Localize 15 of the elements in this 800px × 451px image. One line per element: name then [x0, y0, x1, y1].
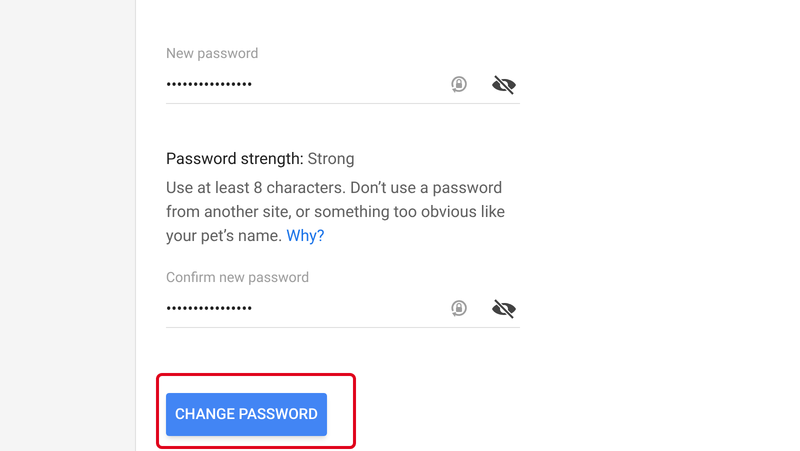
strength-value: Strong	[308, 149, 355, 168]
lock-refresh-icon[interactable]	[450, 298, 468, 318]
eye-slash-icon[interactable]	[490, 74, 518, 96]
field-label: New password	[166, 45, 260, 63]
password-value: ••••••••••••••••	[166, 74, 254, 96]
eye-slash-icon[interactable]	[490, 298, 518, 320]
password-field[interactable]: ••••••••••••••••	[166, 66, 520, 104]
why-link[interactable]: Why?	[286, 226, 324, 245]
password-value: ••••••••••••••••	[166, 298, 254, 320]
field-label: Confirm new password	[166, 269, 310, 287]
change-password-button[interactable]: CHANGE PASSWORD	[166, 393, 327, 436]
password-help-text: Use at least 8 characters. Don’t use a password from another site, or something too obvious like your pet’s name. Why?	[166, 177, 506, 247]
lock-refresh-icon[interactable]	[450, 74, 468, 94]
strength-label: Password strength:	[166, 149, 304, 168]
password-field[interactable]: ••••••••••••••••	[166, 290, 520, 328]
